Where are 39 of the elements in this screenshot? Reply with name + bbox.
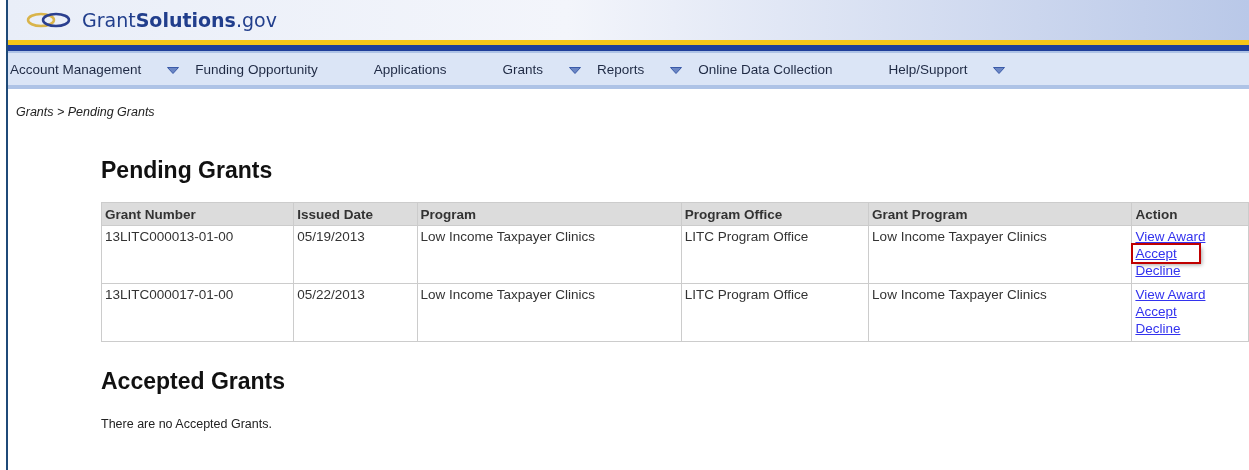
dropdown-caret-icon[interactable]: [167, 66, 180, 74]
nav-link[interactable]: Reports: [597, 61, 645, 77]
site-logo[interactable]: GrantSolutions.gov: [82, 9, 277, 31]
nav-link[interactable]: Grants: [502, 61, 543, 77]
column-header: Program Office: [681, 202, 869, 226]
nav-link[interactable]: Funding Opportunity: [195, 61, 318, 77]
table-cell: Low Income Taxpayer Clinics: [868, 225, 1132, 284]
table-cell: 13LITC000017-01-00: [101, 283, 294, 342]
table-cell: 05/22/2013: [293, 283, 417, 342]
nav-link[interactable]: Online Data Collection: [698, 61, 833, 77]
column-header: Grant Number: [101, 202, 294, 226]
table-cell: 05/19/2013: [293, 225, 417, 284]
section-heading: Accepted Grants: [101, 368, 287, 395]
action-link[interactable]: Accept: [1133, 245, 1199, 262]
dropdown-caret-icon[interactable]: [993, 66, 1006, 74]
nav-link[interactable]: Applications: [373, 61, 447, 77]
logo-icon: [26, 11, 72, 29]
column-header: Grant Program: [868, 202, 1132, 226]
table-cell: Low Income Taxpayer Clinics: [868, 283, 1132, 342]
dropdown-caret-icon[interactable]: [569, 66, 581, 74]
dropdown-caret-icon[interactable]: [670, 66, 683, 74]
action-link[interactable]: Decline: [1133, 320, 1183, 337]
empty-message: There are no Accepted Grants.: [101, 417, 273, 431]
column-header: Action: [1131, 202, 1249, 226]
action-link[interactable]: Accept: [1133, 303, 1179, 320]
table-cell: Low Income Taxpayer Clinics: [417, 283, 682, 342]
table-cell: LITC Program Office: [681, 283, 869, 342]
table-cell: 13LITC000013-01-00: [101, 225, 294, 284]
section-heading: Pending Grants: [101, 157, 274, 184]
nav-link[interactable]: Help/Support: [888, 61, 968, 77]
column-header: Program: [417, 202, 682, 226]
nav-link[interactable]: Account Management: [10, 61, 142, 77]
breadcrumb: Grants > Pending Grants: [16, 105, 156, 119]
table-cell: Low Income Taxpayer Clinics: [417, 225, 682, 284]
column-header: Issued Date: [293, 202, 417, 226]
table-cell: LITC Program Office: [681, 225, 869, 284]
action-link[interactable]: View Award: [1133, 228, 1208, 245]
action-link[interactable]: Decline: [1133, 262, 1183, 279]
action-link[interactable]: View Award: [1133, 286, 1208, 303]
